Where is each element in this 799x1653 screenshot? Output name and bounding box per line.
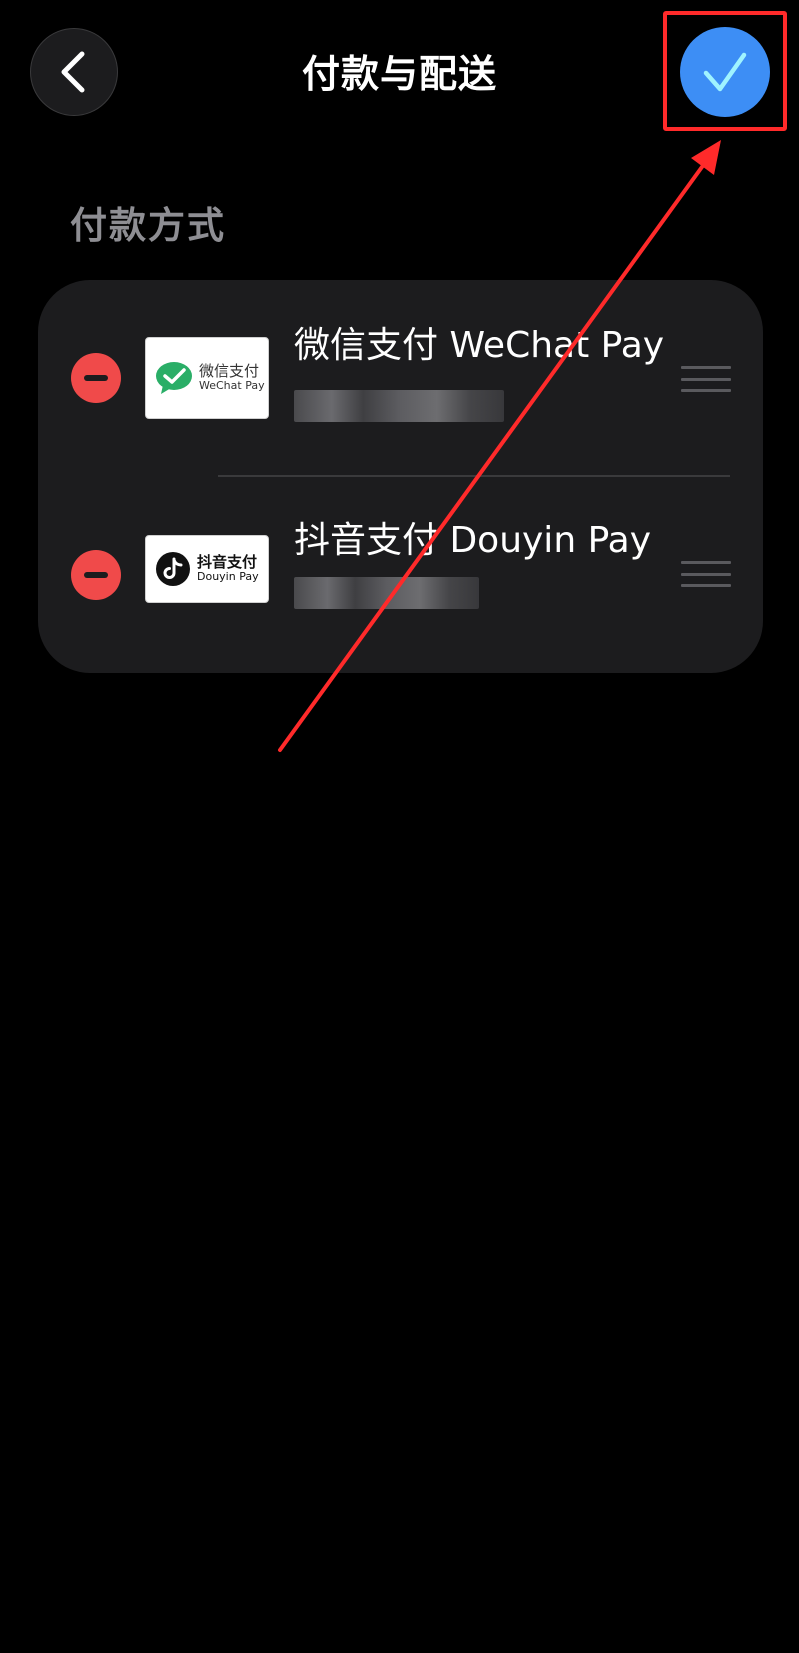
douyin-icon <box>156 552 190 586</box>
payment-method-row-wechat[interactable]: 微信支付 WeChat Pay 微信支付 WeChat Pay <box>38 280 763 476</box>
done-button[interactable] <box>680 27 770 117</box>
redaction-mask <box>294 577 479 609</box>
wechat-icon <box>156 362 192 394</box>
payment-method-row-douyin[interactable]: 抖音支付 Douyin Pay 抖音支付 Douyin Pay <box>38 477 763 673</box>
douyin-logo-text-cn: 抖音支付 <box>197 553 258 572</box>
minus-icon <box>84 572 108 578</box>
reorder-handle-icon[interactable] <box>681 561 731 587</box>
payment-methods-card: 微信支付 WeChat Pay 微信支付 WeChat Pay 抖音支付 Dou… <box>38 280 763 673</box>
payment-method-name: 抖音支付 Douyin Pay <box>294 520 652 561</box>
delete-douyin-button[interactable] <box>71 550 121 600</box>
redaction-mask <box>294 390 504 422</box>
payment-method-name: 微信支付 WeChat Pay <box>294 325 665 366</box>
checkmark-icon <box>703 52 747 92</box>
section-title-payment-methods: 付款方式 <box>70 204 226 247</box>
wechat-logo-text-cn: 微信支付 <box>199 362 260 381</box>
wechat-pay-logo: 微信支付 WeChat Pay <box>145 337 269 419</box>
douyin-pay-logo: 抖音支付 Douyin Pay <box>145 535 269 603</box>
douyin-logo-text-en: Douyin Pay <box>197 570 259 584</box>
wechat-logo-text-en: WeChat Pay <box>199 379 265 393</box>
reorder-handle-icon[interactable] <box>681 366 731 392</box>
delete-wechat-button[interactable] <box>71 353 121 403</box>
minus-icon <box>84 375 108 381</box>
